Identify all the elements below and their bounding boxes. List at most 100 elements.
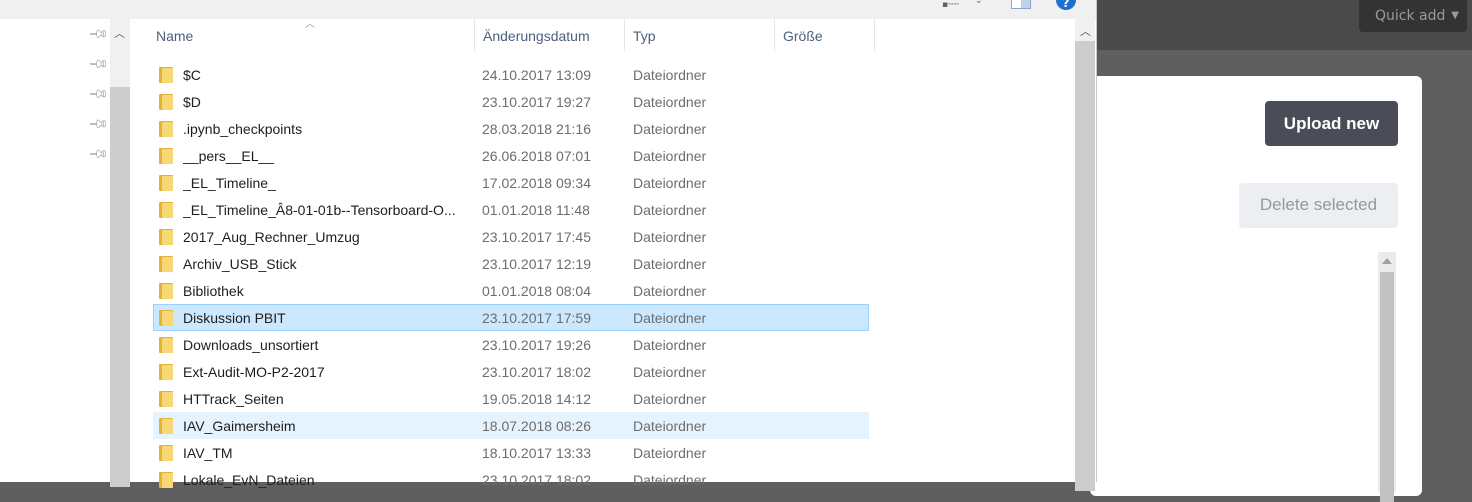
pin-icon[interactable]: 📌︎ [87,53,109,75]
pin-icon[interactable]: 📌︎ [87,83,109,105]
file-name: IAV_TM [183,445,233,461]
caret-down-icon: ▼ [1451,10,1459,21]
app-scrollbar-thumb[interactable] [1380,272,1394,502]
file-type: Dateiordner [633,283,707,299]
help-icon[interactable]: ? [1056,0,1076,10]
column-header-type[interactable]: Typ [625,19,775,51]
folder-icon [159,175,173,191]
quick-add-button[interactable]: Quick add ▼ [1359,0,1467,32]
file-type: Dateiordner [633,472,707,488]
file-modified-date: 23.10.2017 17:45 [482,229,591,245]
column-header-size[interactable]: Größe [775,19,875,51]
file-type: Dateiordner [633,229,707,245]
file-row[interactable]: $D 23.10.2017 19:27 Dateiordner [153,88,869,115]
view-options-icon[interactable]: ▪╌╌ [942,0,960,10]
file-name: _EL_Timeline_ [183,175,276,191]
file-name: Bibliothek [183,283,244,299]
file-modified-date: 23.10.2017 18:02 [482,472,591,488]
file-type: Dateiordner [633,148,707,164]
file-row[interactable]: Archiv_USB_Stick 23.10.2017 12:19 Dateiord… [153,250,869,277]
file-type: Dateiordner [633,94,707,110]
file-modified-date: 17.02.2018 09:34 [482,175,591,191]
file-row[interactable]: Diskussion PBIT 23.10.2017 17:59 Dateiordn… [153,304,869,331]
file-name: HTTrack_Seiten [183,391,284,407]
file-modified-date: 23.10.2017 17:59 [482,310,591,326]
file-name: _EL_Timeline_Â8-01-01b--Tensorboard-O... [183,202,456,218]
navigation-scrollbar-thumb[interactable] [110,87,130,487]
file-modified-date: 26.06.2018 07:01 [482,148,591,164]
file-name: __pers__EL__ [183,148,275,164]
file-row[interactable]: $C 24.10.2017 13:09 Dateiordner [153,61,869,88]
file-name: $C [183,67,201,83]
pin-icon[interactable]: 📌︎ [87,113,109,135]
folder-icon [159,148,173,164]
file-type: Dateiordner [633,121,707,137]
app-scrollbar[interactable] [1378,252,1396,502]
file-row[interactable]: Bibliothek 01.01.2018 08:04 Dateiordner [153,277,869,304]
file-list-scrollbar[interactable]: ︿ [1075,19,1095,491]
file-name: 2017_Aug_Rechner_Umzug [183,229,360,245]
preview-pane-icon[interactable] [1011,0,1031,9]
file-modified-date: 19.05.2018 14:12 [482,391,591,407]
navigation-scrollbar[interactable]: ︿ [110,19,130,487]
file-row[interactable]: Ext-Audit-MO-P2-2017 23.10.2017 18:02 Date… [153,358,869,385]
file-name: Ext-Audit-MO-P2-2017 [183,364,325,380]
folder-icon [159,472,173,488]
file-row[interactable]: Lokale_EvN_Dateien 23.10.2017 18:02 Dateio… [153,466,869,493]
chevron-down-icon[interactable]: ⌄ [975,0,983,6]
file-modified-date: 18.07.2018 08:26 [482,418,591,434]
dialog-toolbar: ▪╌╌ ⌄ ? [0,0,1096,19]
scroll-up-icon[interactable]: ︿ [114,25,125,41]
file-name: .ipynb_checkpoints [183,121,303,137]
file-type: Dateiordner [633,364,707,380]
file-type: Dateiordner [633,310,707,326]
folder-icon [159,445,173,461]
file-row[interactable]: HTTrack_Seiten 19.05.2018 14:12 Dateiordne… [153,385,869,412]
pin-icon[interactable]: 📌︎ [87,23,109,45]
file-list-scrollbar-thumb[interactable] [1075,41,1095,491]
folder-icon [159,202,173,218]
folder-icon [159,283,173,299]
file-row[interactable]: .ipynb_checkpoints 28.03.2018 21:16 Dateio… [153,115,869,142]
upload-new-button[interactable]: Upload new [1265,101,1398,146]
delete-selected-button[interactable]: Delete selected [1239,183,1398,228]
folder-icon [159,418,173,434]
file-row[interactable]: __pers__EL__ 26.06.2018 07:01 Dateiordner [153,142,869,169]
scroll-up-icon[interactable]: ︿ [1080,23,1091,39]
file-name: Diskussion PBIT [183,310,286,326]
file-row[interactable]: _EL_Timeline_ 17.02.2018 09:34 Dateiordner [153,169,869,196]
navigation-pane: 📌︎ 📌︎ 📌︎ 📌︎ 📌︎ [0,19,110,482]
file-row[interactable]: 2017_Aug_Rechner_Umzug 23.10.2017 17:45 Da… [153,223,869,250]
folder-icon [159,256,173,272]
file-modified-date: 23.10.2017 19:27 [482,94,591,110]
column-header-name[interactable]: Name [148,19,475,51]
file-modified-date: 23.10.2017 18:02 [482,364,591,380]
file-name: $D [183,94,201,110]
file-type: Dateiordner [633,418,707,434]
file-modified-date: 23.10.2017 12:19 [482,256,591,272]
file-modified-date: 18.10.2017 13:33 [482,445,591,461]
folder-icon [159,67,173,83]
file-row[interactable]: _EL_Timeline_Â8-01-01b--Tensorboard-O...… [153,196,869,223]
file-name: Archiv_USB_Stick [183,256,297,272]
folder-icon [159,337,173,353]
file-row[interactable]: IAV_Gaimersheim 18.07.2018 08:26 Dateiordn… [153,412,869,439]
file-row[interactable]: Downloads_unsortiert 23.10.2017 19:26 Date… [153,331,869,358]
folder-icon [159,94,173,110]
file-type: Dateiordner [633,391,707,407]
file-modified-date: 01.01.2018 08:04 [482,283,591,299]
folder-icon [159,121,173,137]
file-type: Dateiordner [633,337,707,353]
file-name: IAV_Gaimersheim [183,418,296,434]
pin-icon[interactable]: 📌︎ [87,143,109,165]
file-type: Dateiordner [633,256,707,272]
column-header-modified[interactable]: Änderungsdatum [475,19,625,51]
file-type: Dateiordner [633,445,707,461]
file-name: Downloads_unsortiert [183,337,319,353]
file-modified-date: 23.10.2017 19:26 [482,337,591,353]
file-modified-date: 24.10.2017 13:09 [482,67,591,83]
file-row[interactable]: IAV_TM 18.10.2017 13:33 Dateiordner [153,439,869,466]
file-modified-date: 01.01.2018 11:48 [482,202,590,218]
scroll-up-icon[interactable] [1382,258,1392,264]
file-name: Lokale_EvN_Dateien [183,472,315,488]
